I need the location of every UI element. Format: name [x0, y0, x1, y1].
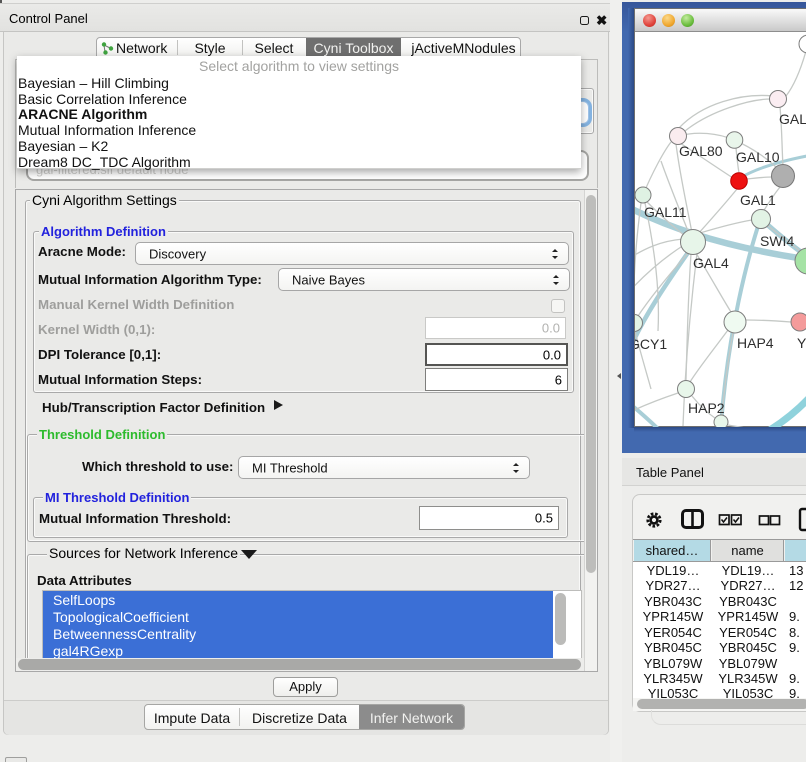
svg-text:YJ: YJ [797, 335, 806, 351]
svg-text:GAL1: GAL1 [740, 192, 776, 208]
svg-text:HAP4: HAP4 [737, 335, 774, 351]
svg-text:HAP2: HAP2 [688, 400, 725, 416]
svg-text:GAL11: GAL11 [644, 204, 687, 220]
svg-text:GCY1: GCY1 [635, 336, 667, 352]
svg-text:GAL80: GAL80 [679, 143, 723, 159]
svg-text:SWI4: SWI4 [760, 233, 794, 249]
svg-text:GAL7: GAL7 [779, 111, 806, 127]
svg-text:GAL10: GAL10 [736, 149, 780, 165]
svg-text:GAL4: GAL4 [693, 255, 729, 271]
